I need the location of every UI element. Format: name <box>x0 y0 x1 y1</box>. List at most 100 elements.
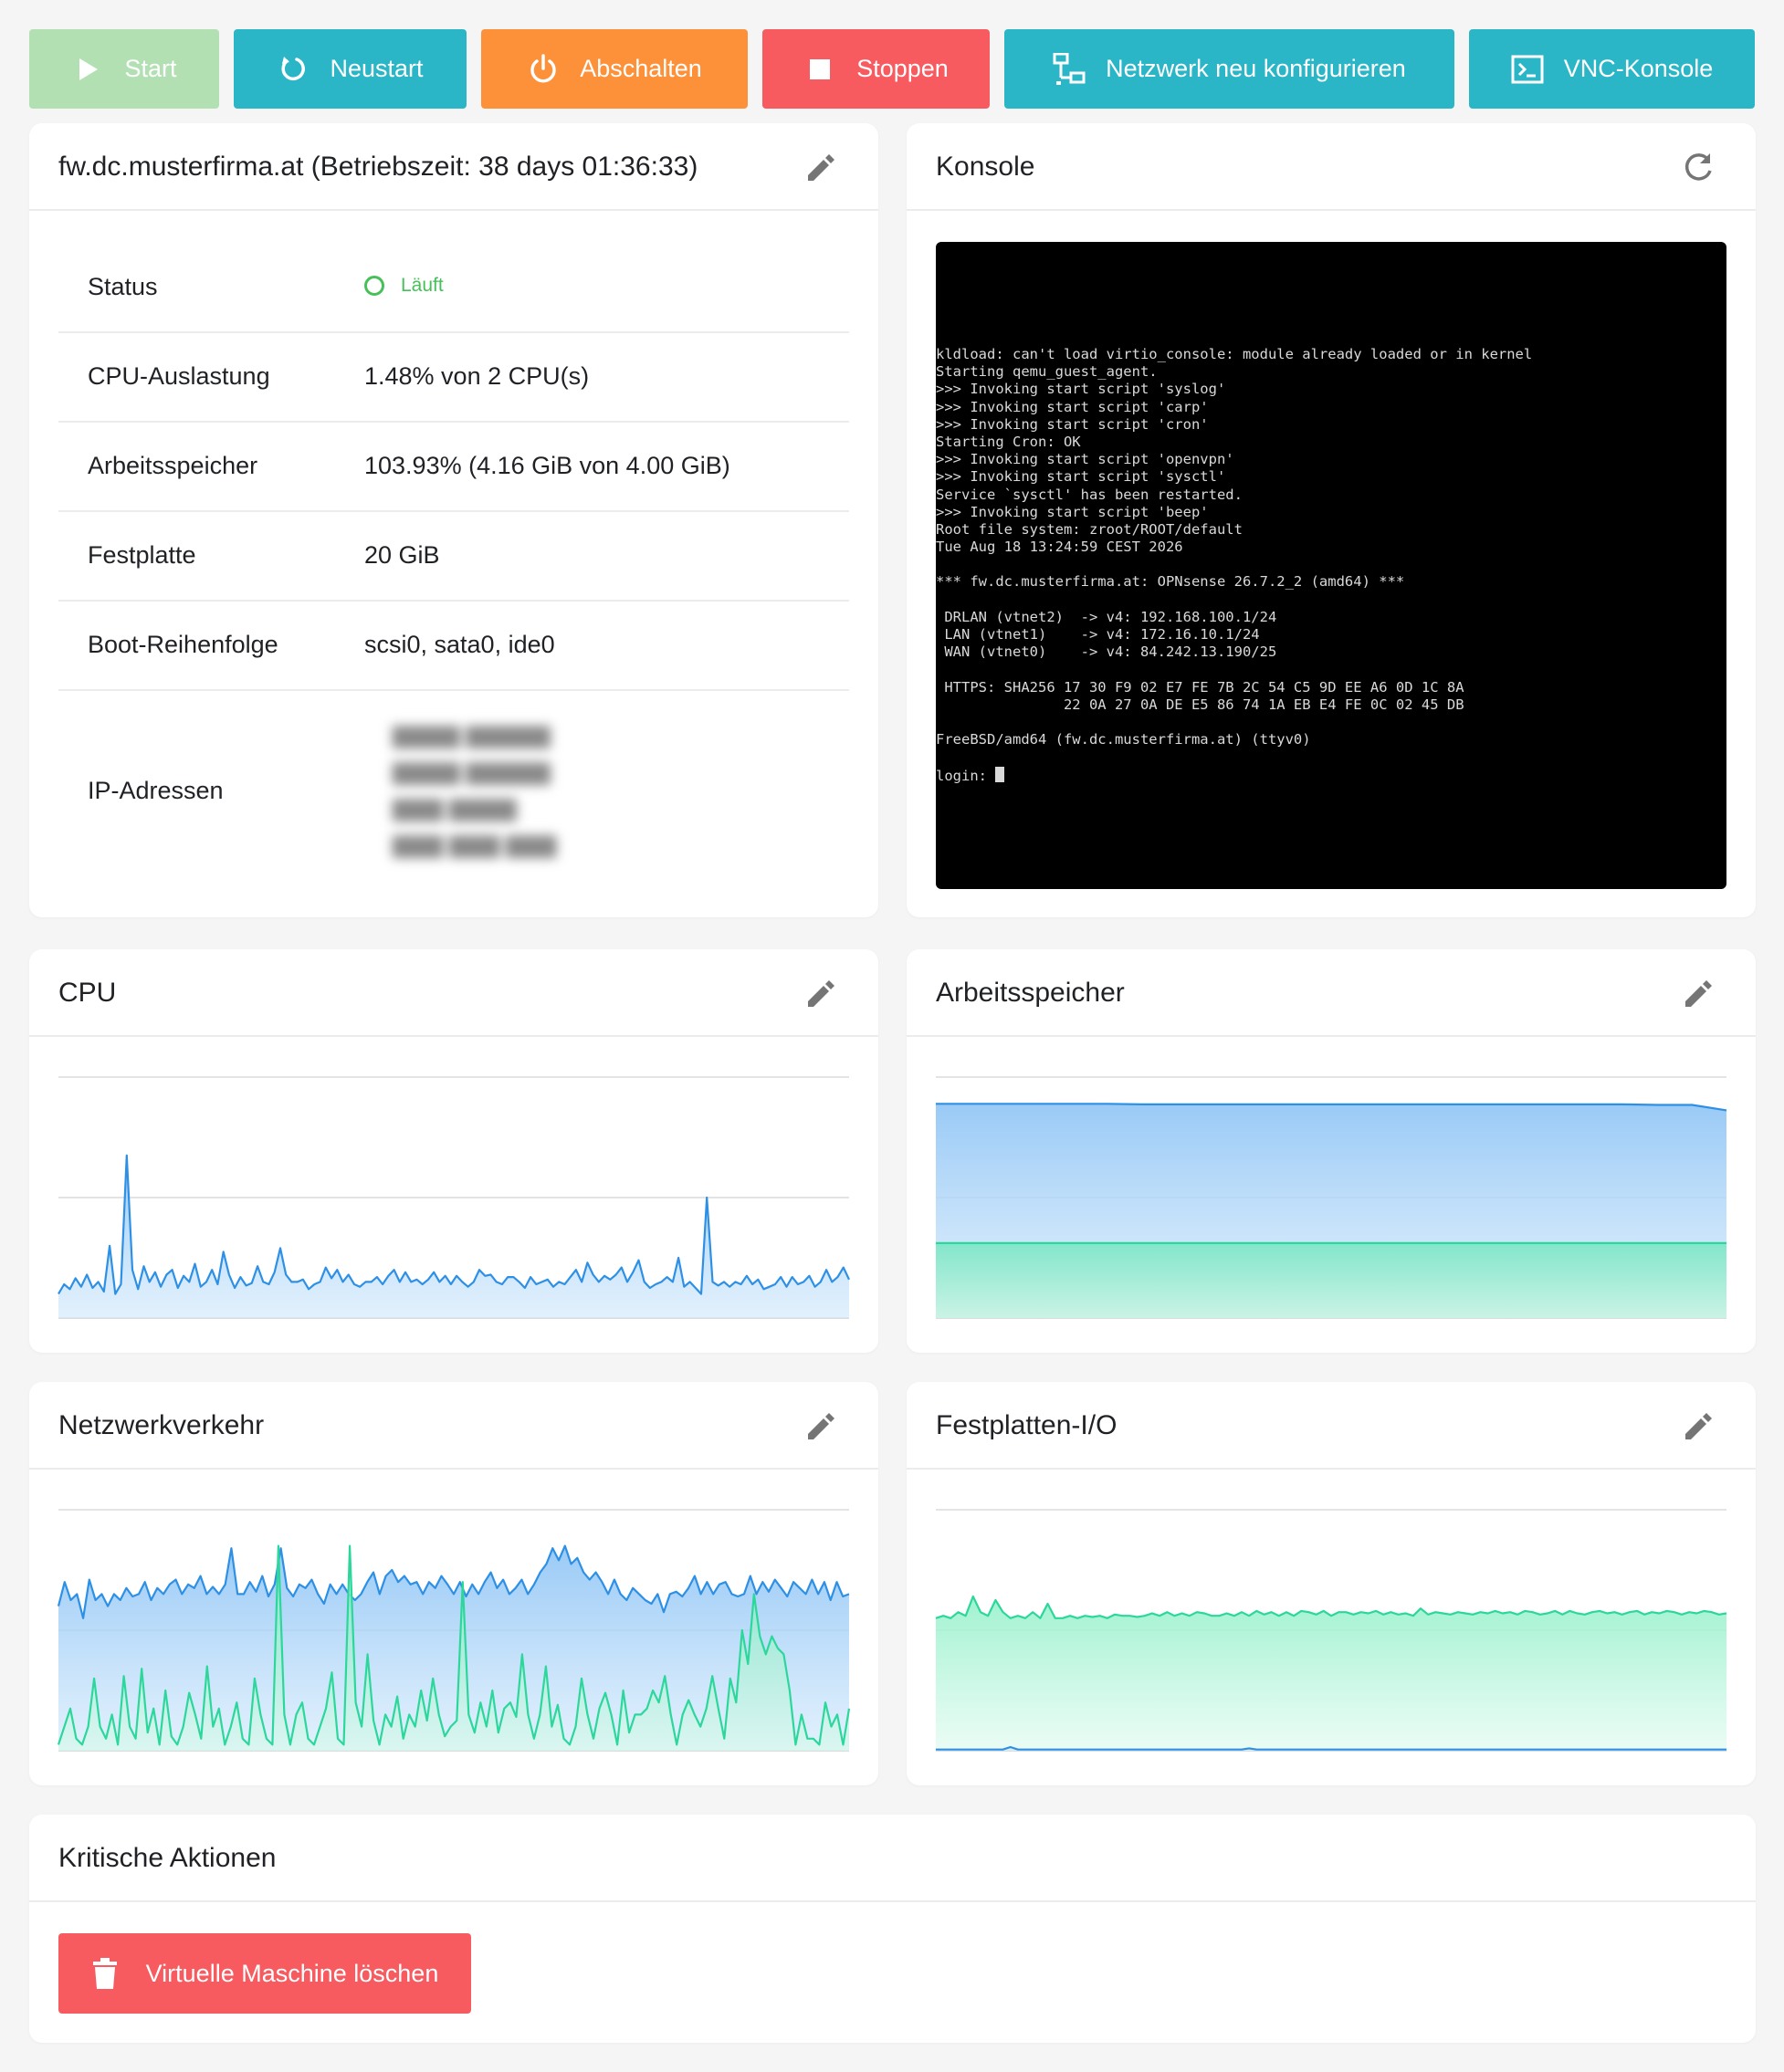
ip-addresses-row: IP-Adressen ▇▇▇▇ ▇▇▇▇▇ ▇▇▇▇ ▇▇▇▇▇ ▇▇▇ ▇▇… <box>58 691 849 892</box>
disk-io-chart-title: Festplatten-I/O <box>936 1410 1118 1440</box>
delete-vm-button[interactable]: Virtuelle Maschine löschen <box>58 1933 471 2014</box>
memory-row: Arbeitsspeicher 103.93% (4.16 GiB von 4.… <box>58 423 849 512</box>
memory-value: 103.93% (4.16 GiB von 4.00 GiB) <box>364 452 730 479</box>
write-area <box>936 1596 1726 1751</box>
pencil-icon <box>808 154 834 181</box>
console-line: >>> Invoking start script 'carp' <box>936 398 1209 415</box>
console-cursor <box>995 766 1005 782</box>
console-line: Service `sysctl' has been restarted. <box>936 486 1243 503</box>
boot-order-label: Boot-Reihenfolge <box>88 631 278 658</box>
cpu-chart-card: CPU <box>29 949 878 1353</box>
boot-order-row: Boot-Reihenfolge scsi0, sata0, ide0 <box>58 602 849 691</box>
edit-memory-chart-button[interactable] <box>1681 977 1716 1011</box>
console-line: WAN (vtnet0) -> v4: 84.242.13.190/25 <box>936 644 1277 661</box>
console-line: HTTPS: SHA256 17 30 F9 02 E7 FE 7B 2C 54… <box>936 678 1464 696</box>
console-line: Root file system: zroot/ROOT/default <box>936 520 1243 538</box>
console-line: login: <box>936 766 1532 784</box>
console-line: Starting Cron: OK <box>936 433 1081 450</box>
console-line: >>> Invoking start script 'cron' <box>936 415 1209 433</box>
cpu-chart-title: CPU <box>58 978 117 1008</box>
pencil-icon <box>1685 980 1712 1007</box>
network-chart-card: Netzwerkverkehr <box>29 1382 878 1785</box>
cpu-usage-value: 1.48% von 2 CPU(s) <box>364 362 590 390</box>
restart-button-label: Neustart <box>330 55 424 82</box>
edit-cpu-chart-button[interactable] <box>803 977 838 1011</box>
ip-addresses-label: IP-Adressen <box>88 777 224 804</box>
disk-io-chart <box>935 1509 1727 1752</box>
edit-network-chart-button[interactable] <box>803 1409 838 1444</box>
edit-summary-button[interactable] <box>803 151 838 185</box>
console-line: FreeBSD/amd64 (fw.dc.musterfirma.at) (tt… <box>936 731 1311 748</box>
reconfigure-network-button[interactable]: Netzwerk neu konfigurieren <box>1004 29 1454 109</box>
console-card: Konsole kldload: can't load virtio_conso… <box>907 123 1756 917</box>
summary-card: fw.dc.musterfirma.at (Betriebszeit: 38 d… <box>29 123 878 917</box>
status-value: Läuft <box>364 275 444 297</box>
vnc-console-button-label: VNC-Konsole <box>1563 55 1714 82</box>
cpu-card-header: CPU <box>29 949 878 1037</box>
memory-card-header: Arbeitsspeicher <box>907 949 1756 1037</box>
cpu-usage-label: CPU-Auslastung <box>88 362 270 390</box>
disk-value: 20 GiB <box>364 541 440 569</box>
start-button-label: Start <box>124 55 177 82</box>
refresh-icon <box>1684 153 1712 181</box>
critical-actions-card: Kritische Aktionen Virtuelle Maschine lö… <box>29 1815 1756 2043</box>
console-line: Starting qemu_guest_agent. <box>936 363 1158 381</box>
edit-disk-io-chart-button[interactable] <box>1681 1409 1716 1444</box>
running-status-icon <box>364 276 384 296</box>
critical-actions-title: Kritische Aktionen <box>58 1843 277 1873</box>
trash-icon <box>92 1958 117 1989</box>
disk-label: Festplatte <box>88 541 196 569</box>
power-icon <box>527 53 560 86</box>
used-area <box>936 1242 1726 1318</box>
memory-chart-title: Arbeitsspeicher <box>936 978 1125 1008</box>
terminal-icon <box>1511 53 1544 86</box>
vnc-console-button[interactable]: VNC-Konsole <box>1469 29 1755 109</box>
console-line: >>> Invoking start script 'openvpn' <box>936 451 1234 468</box>
console-line: >>> Invoking start script 'beep' <box>936 503 1209 520</box>
console-line: 22 0A 27 0A DE E5 86 74 1A EB E4 FE 0C 0… <box>936 696 1464 713</box>
start-button[interactable]: Start <box>29 29 219 109</box>
pencil-icon <box>808 1413 834 1439</box>
status-text: Läuft <box>401 275 444 296</box>
disk-io-chart-card: Festplatten-I/O <box>907 1382 1756 1785</box>
console-line: >>> Invoking start script 'sysctl' <box>936 468 1226 486</box>
console-title: Konsole <box>936 152 1035 182</box>
console-line: DRLAN (vtnet2) -> v4: 192.168.100.1/24 <box>936 608 1277 625</box>
status-label: Status <box>88 273 158 300</box>
vm-toolbar: Start Neustart Abschalten Stoppen Netzwe… <box>29 29 1755 109</box>
network-chart <box>57 1509 851 1752</box>
cpu-chart <box>58 1076 850 1319</box>
pencil-icon <box>1685 1413 1712 1439</box>
console-line: kldload: can't load virtio_console: modu… <box>936 346 1533 362</box>
stop-button-label: Stoppen <box>856 55 949 82</box>
status-row: Status Läuft <box>58 242 849 333</box>
console-output: kldload: can't load virtio_console: modu… <box>936 346 1532 784</box>
console-line: >>> Invoking start script 'syslog' <box>936 381 1226 398</box>
series-line <box>58 1154 850 1295</box>
memory-chart <box>936 1076 1727 1319</box>
console-line: *** fw.dc.musterfirma.at: OPNsense 26.7.… <box>936 573 1405 591</box>
memory-chart-card: Arbeitsspeicher <box>907 949 1756 1353</box>
console-card-header: Konsole <box>907 123 1756 211</box>
refresh-console-button[interactable] <box>1681 151 1716 185</box>
network-card-header: Netzwerkverkehr <box>29 1382 878 1470</box>
network-chart-title: Netzwerkverkehr <box>58 1410 265 1440</box>
stop-button[interactable]: Stoppen <box>762 29 990 109</box>
critical-actions-header: Kritische Aktionen <box>29 1815 1756 1902</box>
stop-icon <box>803 53 836 86</box>
delete-vm-button-label: Virtuelle Maschine löschen <box>145 1959 439 1987</box>
console-screen[interactable]: kldload: can't load virtio_console: modu… <box>936 242 1726 889</box>
shutdown-button[interactable]: Abschalten <box>481 29 748 109</box>
reconfigure-network-button-label: Netzwerk neu konfigurieren <box>1106 55 1406 82</box>
restart-button[interactable]: Neustart <box>234 29 467 109</box>
pencil-icon <box>808 980 834 1007</box>
ip-addresses-redacted: ▇▇▇▇ ▇▇▇▇▇ ▇▇▇▇ ▇▇▇▇▇ ▇▇▇ ▇▇▇▇ ▇▇▇ ▇▇▇ ▇… <box>393 724 557 858</box>
network-icon <box>1053 52 1086 86</box>
console-line: LAN (vtnet1) -> v4: 172.16.10.1/24 <box>936 626 1260 643</box>
memory-label: Arbeitsspeicher <box>88 452 258 479</box>
